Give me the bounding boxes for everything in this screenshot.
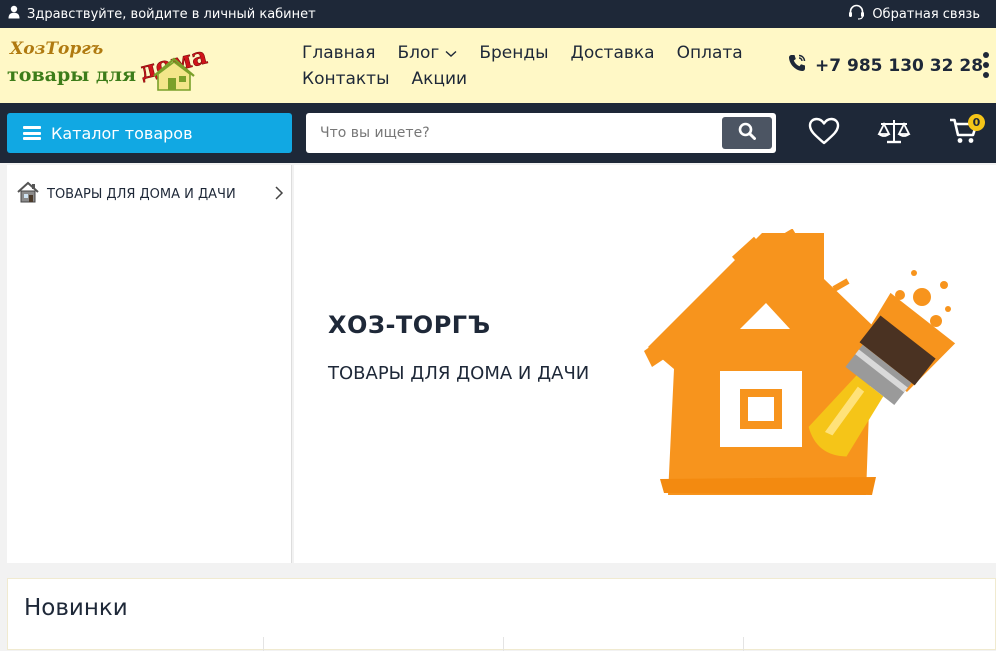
- nav-home[interactable]: Главная: [302, 43, 375, 63]
- section-title: Новинки: [24, 595, 128, 621]
- site-logo[interactable]: ХозТоргъ товары для дома: [6, 34, 218, 96]
- new-products-section: Новинки: [7, 578, 996, 651]
- divider: [263, 637, 264, 651]
- nav-promotions[interactable]: Акции: [412, 69, 468, 89]
- compare-button[interactable]: [876, 116, 912, 150]
- search-icon: [738, 122, 756, 144]
- divider: [743, 637, 744, 651]
- phone-link[interactable]: +7 985 130 32 28: [788, 54, 983, 77]
- heart-icon: [808, 117, 840, 149]
- feedback-link[interactable]: Обратная связь: [848, 0, 980, 28]
- header: ХозТоргъ товары для дома Главная Блог Бр…: [0, 28, 996, 103]
- cart-count-badge: 0: [968, 114, 985, 131]
- svg-text:ХозТоргъ: ХозТоргъ: [9, 39, 103, 59]
- house-icon: [17, 181, 39, 207]
- cart-button[interactable]: 0: [946, 114, 985, 150]
- top-bar: Здравствуйте, войдите в личный кабинет О…: [0, 0, 996, 28]
- search-button[interactable]: [722, 117, 772, 149]
- login-text: Здравствуйте, войдите в личный кабинет: [27, 6, 316, 22]
- sidebar-item-label: ТОВАРЫ ДЛЯ ДОМА И ДАЧИ: [47, 186, 236, 202]
- main-nav: Главная Блог Бренды Доставка Оплата Конт…: [302, 40, 743, 92]
- headset-icon: [848, 4, 865, 24]
- banner-title: ХОЗ-ТОРГЪ: [328, 311, 491, 339]
- catalog-label: Каталог товаров: [51, 123, 193, 143]
- chevron-right-icon: [274, 185, 284, 205]
- more-menu-icon[interactable]: [982, 52, 990, 78]
- nav-payment[interactable]: Оплата: [677, 43, 743, 63]
- phone-icon: [788, 54, 806, 77]
- svg-text:товары для: товары для: [7, 64, 136, 86]
- phone-number: +7 985 130 32 28: [815, 55, 984, 76]
- banner-subtitle: ТОВАРЫ ДЛЯ ДОМА И ДАЧИ: [328, 363, 590, 384]
- search-box: [306, 113, 776, 153]
- painted-house-illustration: [644, 228, 996, 499]
- sidebar-item-home-garden[interactable]: ТОВАРЫ ДЛЯ ДОМА И ДАЧИ: [7, 177, 292, 211]
- catalog-bar: Каталог товаров 0: [0, 103, 996, 163]
- menu-icon: [23, 126, 41, 140]
- category-sidebar: ТОВАРЫ ДЛЯ ДОМА И ДАЧИ: [7, 165, 292, 563]
- search-input[interactable]: [306, 113, 716, 153]
- chevron-down-icon: [445, 43, 457, 63]
- nav-brands[interactable]: Бренды: [479, 43, 548, 63]
- feedback-text: Обратная связь: [872, 6, 980, 22]
- nav-contacts[interactable]: Контакты: [302, 69, 390, 89]
- nav-blog[interactable]: Блог: [397, 43, 457, 63]
- user-icon: [8, 5, 20, 23]
- divider: [503, 637, 504, 651]
- catalog-button[interactable]: Каталог товаров: [7, 113, 292, 153]
- nav-delivery[interactable]: Доставка: [571, 43, 655, 63]
- login-link[interactable]: Здравствуйте, войдите в личный кабинет: [8, 0, 316, 28]
- wishlist-button[interactable]: [806, 116, 842, 150]
- hero-banner[interactable]: ХОЗ-ТОРГЪ ТОВАРЫ ДЛЯ ДОМА И ДАЧИ: [294, 165, 996, 563]
- scales-icon: [877, 117, 911, 149]
